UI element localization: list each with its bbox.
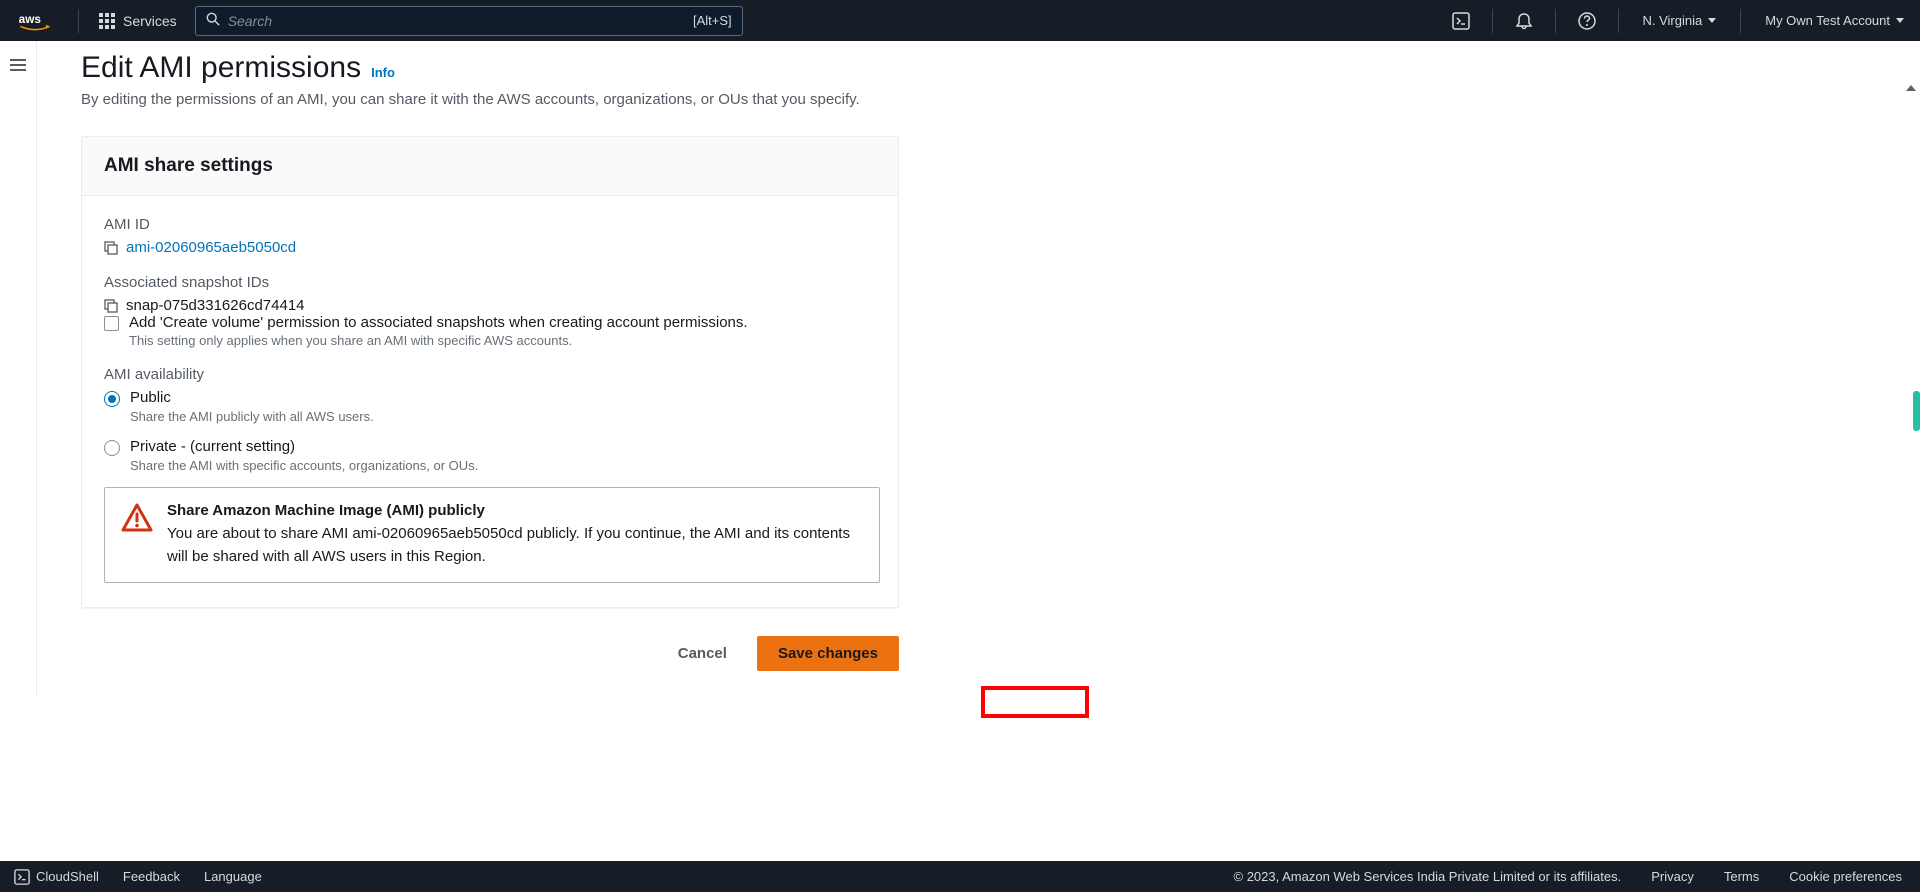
page-header: Edit AMI permissions Info By editing the… (81, 41, 1920, 108)
ami-share-panel: AMI share settings AMI ID ami-02060965ae… (81, 136, 899, 608)
highlight-box (981, 686, 1089, 718)
copy-icon[interactable] (104, 299, 118, 313)
nav-divider (1740, 9, 1741, 33)
panel-body: AMI ID ami-02060965aeb5050cd Associated … (82, 196, 898, 607)
panel-title: AMI share settings (104, 155, 876, 177)
radio-private[interactable]: Private - (current setting) (104, 438, 876, 456)
nav-divider (1555, 9, 1556, 33)
services-label: Services (123, 13, 177, 29)
info-link[interactable]: Info (371, 65, 395, 80)
radio-private-label: Private - (current setting) (130, 438, 295, 455)
top-nav: aws Services Search [Alt+S] N. Virginia … (0, 0, 1920, 41)
footer: CloudShell Feedback Language © 2023, Ama… (0, 861, 1920, 892)
snapshot-row: snap-075d331626cd74414 (104, 297, 876, 314)
notifications-icon-button[interactable] (1501, 0, 1547, 41)
cloudshell-icon-button[interactable] (1438, 0, 1484, 41)
account-selector[interactable]: My Own Test Account (1749, 0, 1920, 41)
copyright-text: © 2023, Amazon Web Services India Privat… (1234, 869, 1622, 884)
copy-icon[interactable] (104, 241, 118, 255)
help-icon-button[interactable] (1564, 0, 1610, 41)
aws-logo[interactable]: aws (18, 11, 52, 31)
nav-divider (78, 9, 79, 33)
footer-right: © 2023, Amazon Web Services India Privat… (1234, 869, 1920, 884)
ami-id-link[interactable]: ami-02060965aeb5050cd (126, 239, 296, 256)
radio-public-help: Share the AMI publicly with all AWS user… (130, 409, 876, 424)
search-input[interactable]: Search [Alt+S] (195, 6, 743, 36)
availability-label: AMI availability (104, 366, 876, 383)
account-label: My Own Test Account (1765, 13, 1890, 28)
footer-left: CloudShell Feedback Language (0, 869, 262, 885)
main-container: Edit AMI permissions Info By editing the… (0, 41, 1920, 697)
page-title: Edit AMI permissions (81, 51, 361, 85)
privacy-link[interactable]: Privacy (1651, 869, 1694, 884)
sidebar-toggle[interactable] (0, 41, 37, 697)
services-grid-icon (99, 13, 115, 29)
action-buttons: Cancel Save changes (81, 636, 899, 691)
nav-divider (1492, 9, 1493, 33)
terms-link[interactable]: Terms (1724, 869, 1759, 884)
search-icon (206, 12, 220, 29)
cloudshell-button[interactable]: CloudShell (14, 869, 99, 885)
create-volume-checkbox[interactable]: Add 'Create volume' permission to associ… (104, 314, 876, 331)
svg-text:aws: aws (19, 11, 42, 25)
warning-icon (121, 502, 153, 568)
page-description: By editing the permissions of an AMI, yo… (81, 91, 1920, 108)
radio-indicator (104, 391, 120, 407)
content-area: Edit AMI permissions Info By editing the… (37, 41, 1920, 697)
save-button[interactable]: Save changes (757, 636, 899, 671)
nav-divider (1618, 9, 1619, 33)
snapshot-label: Associated snapshot IDs (104, 274, 876, 291)
ami-id-row: ami-02060965aeb5050cd (104, 239, 876, 256)
caret-down-icon (1708, 18, 1716, 23)
public-share-alert: Share Amazon Machine Image (AMI) publicl… (104, 487, 880, 583)
cookies-link[interactable]: Cookie preferences (1789, 869, 1902, 884)
alert-body: You are about to share AMI ami-02060965a… (167, 523, 863, 568)
radio-public[interactable]: Public (104, 389, 876, 407)
radio-public-label: Public (130, 389, 171, 406)
search-container: Search [Alt+S] (195, 6, 743, 36)
ami-id-label: AMI ID (104, 216, 876, 233)
scroll-up-arrow-icon[interactable] (1906, 85, 1916, 91)
hamburger-icon (10, 59, 26, 71)
scroll-grip[interactable] (1913, 391, 1920, 431)
radio-private-help: Share the AMI with specific accounts, or… (130, 458, 876, 473)
cloudshell-label: CloudShell (36, 869, 99, 884)
language-link[interactable]: Language (204, 869, 262, 884)
checkbox-help: This setting only applies when you share… (129, 333, 876, 348)
region-label: N. Virginia (1643, 13, 1703, 28)
availability-radio-group: Public Share the AMI publicly with all A… (104, 389, 876, 473)
region-selector[interactable]: N. Virginia (1627, 0, 1733, 41)
radio-indicator (104, 440, 120, 456)
services-button[interactable]: Services (87, 0, 189, 41)
feedback-link[interactable]: Feedback (123, 869, 180, 884)
search-placeholder: Search (228, 13, 693, 29)
cancel-button[interactable]: Cancel (658, 637, 747, 670)
checkbox-label: Add 'Create volume' permission to associ… (129, 314, 748, 331)
search-shortcut: [Alt+S] (693, 13, 732, 28)
snapshot-id: snap-075d331626cd74414 (126, 297, 305, 314)
checkbox-box (104, 316, 119, 331)
alert-content: Share Amazon Machine Image (AMI) publicl… (167, 502, 863, 568)
alert-title: Share Amazon Machine Image (AMI) publicl… (167, 502, 863, 519)
caret-down-icon (1896, 18, 1904, 23)
panel-header: AMI share settings (82, 137, 898, 196)
